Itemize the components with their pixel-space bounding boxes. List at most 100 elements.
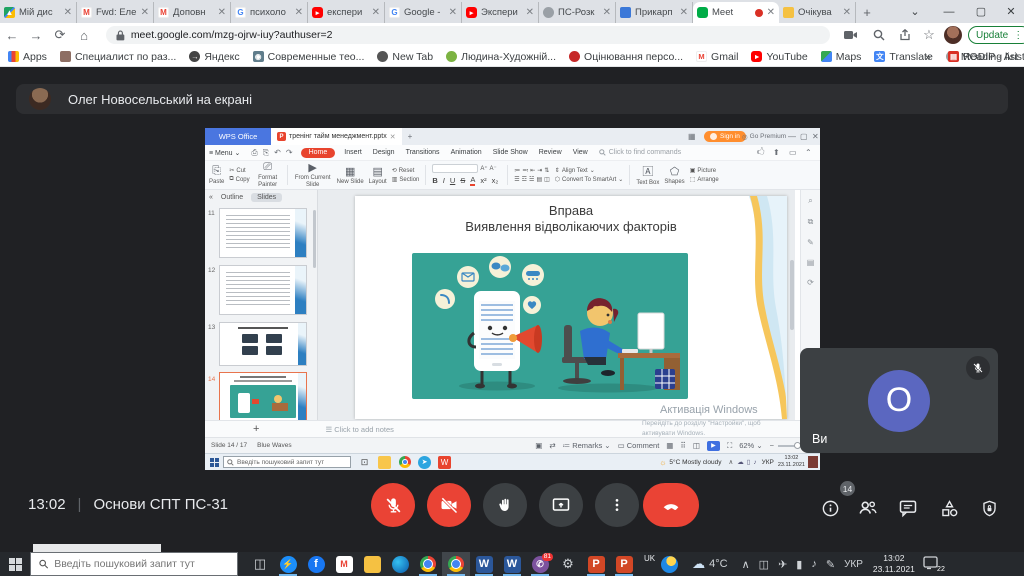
- viber-icon[interactable]: ✆81: [526, 552, 554, 576]
- participants-button[interactable]: [855, 495, 881, 521]
- self-video-tile[interactable]: O Ви: [800, 348, 998, 453]
- share-icon[interactable]: [892, 29, 918, 41]
- tab-close-icon[interactable]: ✕: [372, 8, 380, 18]
- panel-scrollbar[interactable]: [313, 210, 316, 268]
- window-restore-button[interactable]: ▢: [966, 0, 996, 23]
- text-box-button[interactable]: 🄰Text Box: [636, 163, 659, 187]
- word-icon[interactable]: W: [498, 552, 526, 576]
- handoff-icon[interactable]: ⇄: [549, 441, 555, 450]
- wps-upload-icon[interactable]: ⬆: [773, 148, 780, 157]
- cloud-icon[interactable]: ☁: [737, 458, 744, 466]
- profile-avatar[interactable]: [944, 26, 962, 44]
- doc-tab-close-icon[interactable]: ✕: [390, 133, 396, 141]
- paste-button[interactable]: ⎘Paste: [209, 163, 224, 187]
- wps-find-commands[interactable]: Click to find commands: [599, 149, 681, 156]
- wps-premium-button[interactable]: ◎Go Premium: [742, 133, 786, 141]
- edge-icon[interactable]: [386, 552, 414, 576]
- strikethrough-button[interactable]: S: [460, 176, 465, 185]
- speaker-icon[interactable]: ♪: [753, 459, 756, 466]
- subscript-button[interactable]: x₂: [492, 176, 499, 185]
- panel-tab-slides[interactable]: Slides: [251, 193, 282, 202]
- camera-toggle-button[interactable]: [427, 483, 471, 527]
- wps-minimize-button[interactable]: —: [788, 132, 796, 141]
- bookmark-item[interactable]: ◉Современные тео...: [253, 51, 365, 63]
- layout-button[interactable]: ▤Layout: [369, 163, 387, 187]
- layers-icon[interactable]: ▤: [807, 258, 815, 267]
- justify-icon[interactable]: ▤: [536, 176, 542, 183]
- print-icon[interactable]: ⎘: [263, 148, 269, 158]
- ribbon-tab-home[interactable]: Home: [301, 148, 336, 158]
- weather-text[interactable]: 5°C Mostly cloudy: [669, 459, 721, 466]
- taskbar-search-box[interactable]: Введіть пошуковий запит тут: [223, 456, 351, 468]
- superscript-button[interactable]: x²: [480, 176, 486, 185]
- wps-menu-button[interactable]: ≡ Menu ⌄: [209, 149, 240, 157]
- url-input[interactable]: [131, 29, 820, 41]
- tab-close-icon[interactable]: ✕: [843, 8, 851, 18]
- bookmark-item[interactable]: Людина-Художній...: [446, 51, 556, 63]
- taskbar-search-box[interactable]: [30, 552, 238, 576]
- ribbon-tab-view[interactable]: View: [573, 149, 588, 156]
- forward-icon[interactable]: →: [24, 28, 48, 43]
- wps-close-button[interactable]: ✕: [812, 132, 819, 141]
- wps-comment-icon[interactable]: ▭: [789, 148, 797, 157]
- tray-battery-icon[interactable]: ▮: [796, 558, 802, 571]
- underline-button[interactable]: U: [450, 176, 455, 185]
- word-icon[interactable]: W: [470, 552, 498, 576]
- sync-icon[interactable]: ⟳: [807, 278, 814, 287]
- browser-profile-chevron-icon[interactable]: ⌄: [900, 0, 930, 23]
- browser-tab[interactable]: ПС-Розк✕: [539, 2, 616, 23]
- clock-tray[interactable]: 13:0223.11.2021: [778, 455, 805, 468]
- present-screen-button[interactable]: [539, 483, 583, 527]
- bookmark-item[interactable]: →Яндекс: [189, 51, 239, 63]
- browser-tab-meet-active[interactable]: Meet✕: [693, 2, 779, 23]
- zoom-level[interactable]: 62% ⌄: [739, 441, 762, 450]
- spellcheck-icon[interactable]: ▣: [535, 441, 542, 450]
- wps-document-tab[interactable]: P тренінг тайм менеджмент.pptx ✕: [271, 128, 402, 145]
- picture-button[interactable]: ▣Picture: [690, 167, 719, 174]
- facebook-icon[interactable]: f: [302, 552, 330, 576]
- slide-sorter-icon[interactable]: ⠿: [680, 441, 686, 450]
- comment-button[interactable]: ▭ Comment: [618, 441, 660, 450]
- browser-menu-icon[interactable]: ⋮: [1013, 30, 1023, 41]
- activities-button[interactable]: [936, 495, 962, 521]
- columns-icon[interactable]: ◫: [544, 176, 550, 183]
- task-view-icon[interactable]: ◫: [246, 552, 274, 576]
- italic-button[interactable]: I: [443, 176, 445, 185]
- zoom-icon[interactable]: [866, 29, 892, 41]
- raise-hand-button[interactable]: [483, 483, 527, 527]
- bold-button[interactable]: B: [432, 176, 437, 185]
- taskbar-clock[interactable]: 13:0223.11.2021: [873, 553, 915, 574]
- slide-thumbnail-12[interactable]: [219, 265, 307, 315]
- font-name-combobox[interactable]: [432, 164, 478, 173]
- indent-icon[interactable]: ⇥: [537, 167, 542, 174]
- action-center-icon[interactable]: 22: [923, 556, 943, 572]
- address-bar[interactable]: [106, 26, 830, 44]
- browser-tab[interactable]: Прикарп✕: [616, 2, 693, 23]
- bookmark-youtube[interactable]: ▸YouTube: [751, 51, 807, 63]
- edit-icon[interactable]: ✎: [807, 238, 814, 247]
- new-slide-button[interactable]: ▦New Slide: [337, 163, 364, 187]
- wps-grid-icon[interactable]: ▦: [688, 132, 696, 141]
- tab-close-icon[interactable]: ✕: [295, 8, 303, 18]
- notes-placeholder[interactable]: ☰ Click to add notes: [325, 425, 393, 434]
- tab-close-icon[interactable]: ✕: [141, 8, 149, 18]
- reset-button[interactable]: ⟲Reset: [392, 167, 420, 174]
- slide-thumbnail-14-selected[interactable]: [219, 372, 307, 422]
- shapes-button[interactable]: ⬠Shapes: [664, 163, 684, 187]
- end-call-button[interactable]: [643, 483, 699, 527]
- canvas-scrollbar[interactable]: [790, 260, 794, 330]
- browser-tab[interactable]: Gпсихоло✕: [231, 2, 308, 23]
- file-explorer-icon[interactable]: [378, 456, 391, 469]
- font-color-button[interactable]: A: [470, 175, 475, 186]
- align-left-icon[interactable]: ☰: [514, 176, 519, 183]
- chrome-icon[interactable]: [414, 552, 442, 576]
- tray-device-icon[interactable]: ▯: [747, 458, 751, 466]
- format-painter-button[interactable]: ⎚Format Painter: [255, 163, 281, 187]
- bookmark-apps[interactable]: Apps: [8, 51, 47, 63]
- wps-signin-button[interactable]: Sign in: [704, 131, 746, 142]
- redo-icon[interactable]: ↷: [286, 148, 293, 157]
- browser-tab[interactable]: ▸Экспери✕: [462, 2, 539, 23]
- find-replace-icon[interactable]: ⌕: [808, 196, 812, 206]
- tab-close-icon[interactable]: ✕: [767, 8, 775, 18]
- slide-thumbnail-11[interactable]: [219, 208, 307, 258]
